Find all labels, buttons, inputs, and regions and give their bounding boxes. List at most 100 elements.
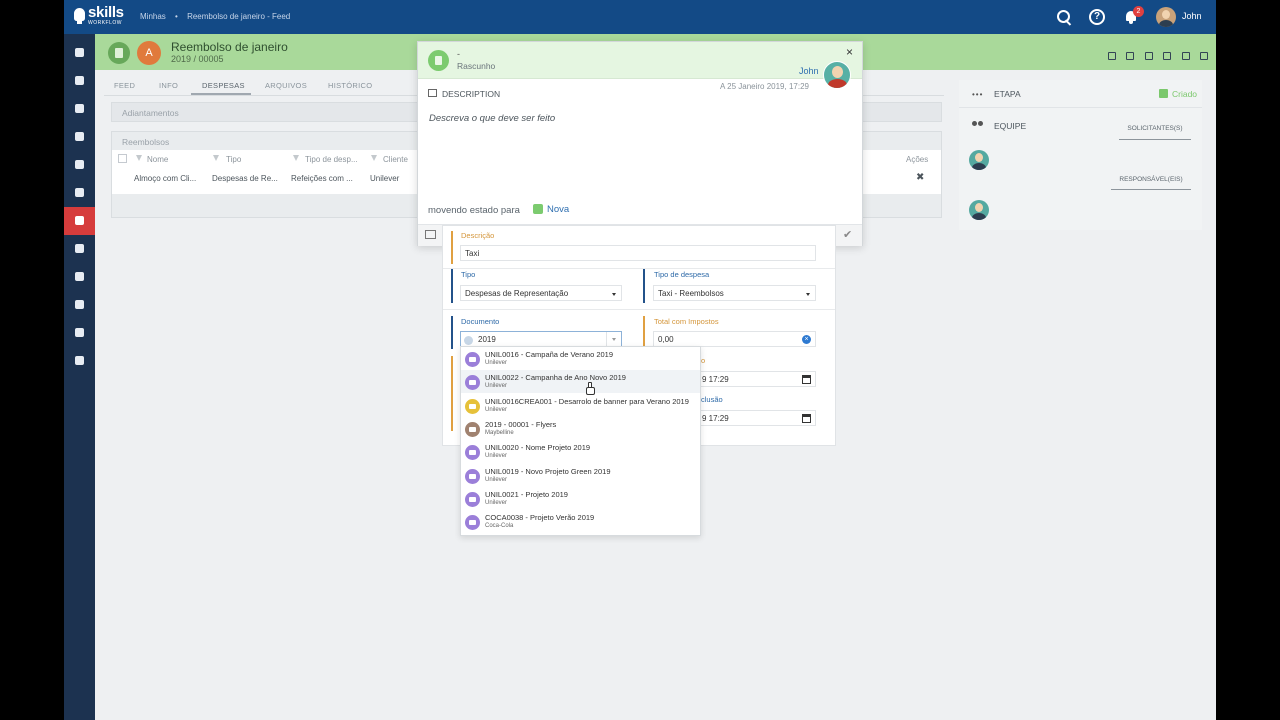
clear-icon[interactable]: × <box>802 335 811 344</box>
calendar-icon[interactable] <box>802 375 811 384</box>
sidebar-item-folder[interactable] <box>64 123 95 151</box>
user-name[interactable]: John <box>1182 11 1202 21</box>
team-icon <box>972 121 984 129</box>
field-indicator <box>451 316 453 349</box>
divider <box>443 268 835 269</box>
status-badge[interactable]: Criado <box>1172 89 1197 99</box>
documento-input[interactable]: 2019 <box>460 331 622 347</box>
check-icon[interactable]: ✔ <box>843 228 852 241</box>
tab-arquivos[interactable]: ARQUIVOS <box>265 81 307 90</box>
team-icon <box>75 76 84 85</box>
calendar-icon <box>75 244 84 253</box>
sidebar-item-list[interactable] <box>64 151 95 179</box>
tipo-despesa-value: Taxi - Reembolsos <box>658 289 724 298</box>
sidebar-item-calculator[interactable] <box>64 179 95 207</box>
panel-title: Reembolsos <box>122 137 170 147</box>
sidebar-item-pin[interactable] <box>64 39 95 67</box>
filter-icon[interactable] <box>293 155 299 161</box>
modal-user-name[interactable]: John <box>799 66 819 76</box>
filter-icon[interactable] <box>213 155 219 161</box>
tipo-value: Despesas de Representação <box>465 289 569 298</box>
breadcrumb-item[interactable]: Minhas <box>140 12 166 21</box>
search-icon[interactable] <box>1056 9 1072 25</box>
dropdown-option[interactable]: COCA0038 - Projeto Verão 2019 Coca-Cola <box>461 510 700 533</box>
total-value: 0,00 <box>658 335 674 344</box>
column-header[interactable]: Cliente <box>383 155 408 164</box>
sidebar-item-documents[interactable] <box>64 319 95 347</box>
sidebar-item-expense[interactable] <box>64 207 95 235</box>
avatar[interactable] <box>1156 7 1176 27</box>
chevron-down-icon <box>806 293 810 296</box>
sidebar-item-calendar[interactable] <box>64 235 95 263</box>
avatar[interactable]: A <box>137 41 161 65</box>
breadcrumb-item[interactable]: Reembolso de janeiro - Feed <box>187 12 290 21</box>
moving-state-text: movendo estado para <box>428 205 520 216</box>
dropdown-option[interactable]: 2019 - 00001 - Flyers Maybelline <box>461 417 700 440</box>
dropdown-option[interactable]: UNIL0019 - Novo Projeto Green 2019 Unilev… <box>461 464 700 487</box>
avatar[interactable] <box>969 200 989 220</box>
total-input[interactable]: 0,00 × <box>653 331 816 347</box>
tab-historico[interactable]: HISTÓRICO <box>328 81 372 90</box>
tipo-despesa-select[interactable]: Taxi - Reembolsos <box>653 285 816 301</box>
description-field[interactable]: Descreva o que deve ser feito <box>429 113 555 124</box>
column-header[interactable]: Tipo <box>226 155 241 164</box>
column-header[interactable]: Nome <box>147 155 168 164</box>
descricao-input[interactable]: Taxi <box>460 245 816 261</box>
avatar[interactable] <box>969 150 989 170</box>
tab-feed[interactable]: FEED <box>114 81 135 90</box>
option-client: Unilever <box>485 453 508 460</box>
tab-info[interactable]: INFO <box>159 81 178 90</box>
help-icon[interactable]: ? <box>1089 9 1105 25</box>
folder-icon <box>75 132 84 141</box>
next-state-link[interactable]: Nova <box>547 204 569 215</box>
tab-solicitantes[interactable]: SOLICITANTES(S) <box>1119 125 1191 140</box>
copy-icon[interactable] <box>1126 52 1135 60</box>
dropdown-option[interactable]: UNIL0020 - Nome Projeto 2019 Unilever <box>461 440 700 463</box>
chevron-down-icon <box>612 293 616 296</box>
topbar: skills WORKFLOW Minhas • Reembolso de ja… <box>64 0 1216 34</box>
refresh-icon[interactable] <box>1144 52 1153 60</box>
brand-sub: WORKFLOW <box>88 20 122 26</box>
breadcrumb: Minhas • Reembolso de janeiro - Feed <box>140 12 297 21</box>
delete-icon[interactable]: ✖ <box>916 172 924 183</box>
sidebar-item-invoice[interactable] <box>64 291 95 319</box>
split-view-icon[interactable] <box>1200 52 1208 60</box>
column-header[interactable]: Tipo de desp... <box>305 155 358 164</box>
open-window-icon[interactable] <box>1181 52 1190 60</box>
option-title: UNIL0016 - Campaña de Verano 2019 <box>485 350 614 359</box>
dropdown-option[interactable]: UNIL0016 - Campaña de Verano 2019 Unileve… <box>461 347 700 370</box>
modal-header: - Rascunho × John <box>418 42 862 89</box>
breadcrumb-separator: • <box>175 12 178 21</box>
dropdown-option[interactable]: UNIL0021 - Projeto 2019 Unilever <box>461 487 700 510</box>
invoice-icon <box>75 300 84 309</box>
chevron-down-icon[interactable] <box>606 332 621 346</box>
filter-icon[interactable] <box>371 155 377 161</box>
field-indicator <box>451 356 453 431</box>
avatar[interactable] <box>823 61 851 89</box>
calendar-icon[interactable] <box>802 414 811 423</box>
close-icon[interactable]: × <box>846 45 853 59</box>
filter-icon[interactable] <box>136 155 142 161</box>
add-icon[interactable] <box>1107 52 1116 60</box>
dropdown-option[interactable]: UNIL0016CREA001 - Desarrolo de banner pa… <box>461 394 700 417</box>
tipo-select[interactable]: Despesas de Representação <box>460 285 622 301</box>
folder-icon <box>465 468 480 484</box>
sidebar-item-briefcase[interactable] <box>64 95 95 123</box>
tipo-label: Tipo <box>461 270 476 279</box>
descricao-label: Descrição <box>461 231 495 240</box>
modal-status: Rascunho <box>457 61 496 71</box>
logo[interactable]: skills WORKFLOW <box>74 4 134 30</box>
select-all-checkbox[interactable] <box>118 154 127 163</box>
start-date-value: 9 17:29 <box>702 375 729 384</box>
tab-responsaveis[interactable]: RESPONSÁVEL(EIS) <box>1111 176 1191 190</box>
id-card-icon[interactable] <box>425 230 436 239</box>
equipe-label: EQUIPE <box>994 121 1027 131</box>
sidebar-item-team[interactable] <box>64 67 95 95</box>
sidebar-item-gavel[interactable] <box>64 263 95 291</box>
folder-icon <box>465 375 480 391</box>
pointer-cursor-icon <box>586 382 595 395</box>
print-icon[interactable] <box>1163 52 1172 60</box>
tab-despesas[interactable]: DESPESAS <box>202 81 245 90</box>
sidebar-item-chart[interactable] <box>64 347 95 375</box>
dropdown-option[interactable]: UNIL0022 - Campanha de Ano Novo 2019 Unil… <box>461 370 700 394</box>
